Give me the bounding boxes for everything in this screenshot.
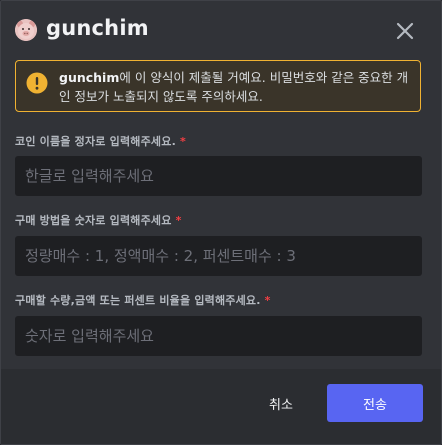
close-icon[interactable] — [395, 21, 415, 41]
warning-icon — [26, 72, 48, 94]
purchase-method-label: 구매 방법을 숫자로 입력해주세요 * — [15, 212, 182, 228]
purchase-method-label-text: 구매 방법을 숫자로 입력해주세요 — [15, 214, 172, 227]
privacy-warning-banner: gunchim에 이 양식이 제출될 거예요. 비밀번호와 같은 중요한 개인 … — [15, 60, 421, 112]
required-mark: * — [175, 214, 182, 227]
purchase-amount-label-text: 구매할 수량,금액 또는 퍼센트 비율을 입력해주세요. — [15, 294, 261, 307]
modal-title: gunchim — [46, 16, 149, 40]
warning-text: gunchim에 이 양식이 제출될 거예요. 비밀번호와 같은 중요한 개인 … — [59, 68, 414, 106]
pig-avatar-icon — [15, 19, 37, 41]
required-mark: * — [179, 135, 186, 148]
modal-header: gunchim — [1, 1, 441, 61]
form-modal: gunchim gunchim에 이 양식이 제출될 거예요. 비밀번호와 같은… — [0, 0, 442, 445]
coin-name-label-text: 코인 이름을 정자로 입력해주세요. — [15, 135, 176, 148]
coin-name-input[interactable] — [15, 156, 422, 196]
submit-button[interactable]: 전송 — [327, 384, 423, 422]
purchase-amount-input[interactable] — [15, 316, 422, 356]
required-mark: * — [264, 294, 271, 307]
warning-app-name: gunchim — [59, 70, 120, 85]
cancel-button[interactable]: 취소 — [245, 384, 317, 422]
coin-name-label: 코인 이름을 정자로 입력해주세요. * — [15, 133, 186, 149]
purchase-amount-label: 구매할 수량,금액 또는 퍼센트 비율을 입력해주세요. * — [15, 292, 271, 308]
modal-footer: 취소 전송 — [1, 369, 441, 444]
avatar — [15, 19, 37, 41]
purchase-method-input[interactable] — [15, 236, 422, 276]
